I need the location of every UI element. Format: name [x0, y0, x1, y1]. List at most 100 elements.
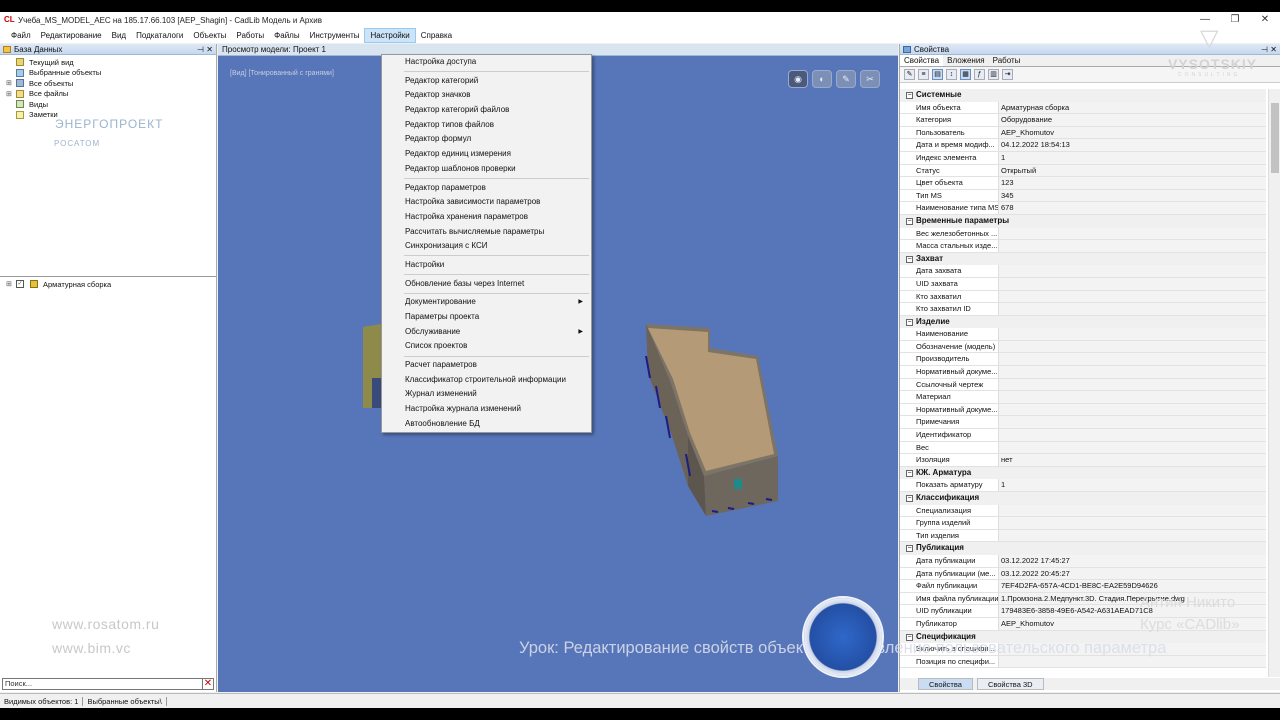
property-value[interactable]: [999, 366, 1266, 378]
property-section[interactable]: − Изделие: [900, 315, 1266, 329]
close-pane-icon[interactable]: ✕: [1270, 44, 1277, 55]
property-value[interactable]: [999, 353, 1266, 366]
settings-menu-item[interactable]: Редактор категорий: [382, 74, 591, 89]
property-value[interactable]: [999, 391, 1266, 403]
property-row[interactable]: Идентификатор: [900, 429, 1266, 442]
property-row[interactable]: Материал: [900, 391, 1266, 404]
settings-menu-item[interactable]: Редактор параметров: [382, 181, 591, 196]
property-row[interactable]: Обозначение (модель): [900, 340, 1266, 354]
property-row[interactable]: Имя объекта Арматурная сборка: [900, 101, 1266, 115]
property-value[interactable]: [999, 504, 1266, 517]
formula-icon[interactable]: ƒ: [974, 69, 985, 80]
property-value[interactable]: [999, 517, 1266, 529]
alphabetical-icon[interactable]: ↕: [946, 69, 957, 80]
expand-icon[interactable]: ⊞: [6, 90, 12, 98]
settings-menu-item[interactable]: Документирование ▶: [382, 295, 591, 310]
property-value[interactable]: 345: [999, 189, 1266, 202]
property-value[interactable]: 04.12.2022 18:54:13: [999, 139, 1266, 151]
property-value[interactable]: [999, 403, 1266, 416]
property-value[interactable]: 03.12.2022 17:45:27: [999, 554, 1266, 567]
property-row[interactable]: Дата публикации 03.12.2022 17:45:27: [900, 554, 1266, 568]
property-row[interactable]: Наименование: [900, 328, 1266, 341]
tree-item-all-files[interactable]: ⊞ Все файлы: [0, 89, 216, 100]
menu-view[interactable]: Вид: [107, 28, 131, 43]
settings-menu-item[interactable]: Список проектов: [382, 339, 591, 354]
property-row[interactable]: Группа изделий: [900, 517, 1266, 530]
tab-works[interactable]: Работы: [989, 55, 1025, 66]
maximize-button[interactable]: ❐: [1220, 12, 1250, 28]
property-row[interactable]: Пользователь AEP_Khomutov: [900, 126, 1266, 140]
property-value[interactable]: 7EF4D2FA-657A-4CD1-BE8C-EA2E59D94626: [999, 580, 1266, 592]
settings-menu-item[interactable]: Настройка хранения параметров: [382, 210, 591, 225]
property-value[interactable]: [999, 277, 1266, 290]
property-row[interactable]: Вес: [900, 441, 1266, 455]
property-row[interactable]: Примечания: [900, 416, 1266, 430]
settings-menu-item[interactable]: Рассчитать вычисляемые параметры: [382, 225, 591, 240]
settings-menu-item[interactable]: Редактор шаблонов проверки: [382, 162, 591, 177]
settings-menu-item[interactable]: Редактор значков: [382, 88, 591, 103]
menu-works[interactable]: Работы: [231, 28, 269, 43]
export-icon[interactable]: ⇥: [1002, 69, 1013, 80]
property-value[interactable]: [999, 340, 1266, 353]
settings-menu-item[interactable]: Журнал изменений: [382, 387, 591, 402]
settings-menu-item[interactable]: Редактор формул: [382, 132, 591, 147]
scroll-thumb[interactable]: [1271, 103, 1279, 173]
property-row[interactable]: Кто захватил: [900, 290, 1266, 304]
collapse-icon[interactable]: −: [906, 255, 913, 263]
tab-properties[interactable]: Свойства: [900, 55, 944, 66]
settings-menu-item[interactable]: Редактор типов файлов: [382, 118, 591, 133]
collapse-icon[interactable]: −: [906, 469, 913, 477]
property-value[interactable]: [999, 227, 1266, 240]
property-value[interactable]: [999, 265, 1266, 277]
tab-bottom-properties[interactable]: Свойства: [918, 678, 973, 690]
property-row[interactable]: Изоляция нет: [900, 454, 1266, 467]
settings-menu-item[interactable]: Настройка зависимости параметров: [382, 195, 591, 210]
property-value[interactable]: [999, 529, 1266, 542]
property-row[interactable]: Файл публикации 7EF4D2FA-657A-4CD1-BE8C-E…: [900, 580, 1266, 593]
property-value[interactable]: 1: [999, 479, 1266, 491]
tree-item-all-objects[interactable]: ⊞ Все объекты: [0, 78, 216, 89]
property-value[interactable]: [999, 378, 1266, 391]
expand-icon[interactable]: ⊞: [6, 280, 12, 288]
property-section[interactable]: − Классификация: [900, 492, 1266, 505]
close-pane-icon[interactable]: ✕: [206, 44, 213, 55]
menu-files[interactable]: Файлы: [269, 28, 304, 43]
tree-item-selected-objects[interactable]: Выбранные объекты: [0, 68, 216, 79]
settings-menu-item[interactable]: Обновление базы через Internet: [382, 277, 591, 292]
property-value[interactable]: AEP_Khomutov: [999, 126, 1266, 139]
settings-menu-item[interactable]: Синхронизация с КСИ: [382, 239, 591, 254]
property-row[interactable]: Наименование типа MS 678: [900, 202, 1266, 215]
checkbox-icon[interactable]: ✓: [16, 280, 24, 289]
property-row[interactable]: Масса стальных изде...: [900, 240, 1266, 253]
tree-item-views[interactable]: Виды: [0, 99, 216, 110]
menu-help[interactable]: Справка: [416, 28, 457, 43]
settings-menu-item[interactable]: Классификатор строительной информации: [382, 373, 591, 388]
collapse-icon[interactable]: −: [906, 217, 913, 225]
collapse-icon[interactable]: −: [906, 545, 913, 553]
settings-menu-item[interactable]: Настройка доступа: [382, 55, 591, 70]
pin-icon[interactable]: ⊣: [197, 44, 204, 55]
property-row[interactable]: Дата и время модиф... 04.12.2022 18:54:13: [900, 139, 1266, 152]
property-value[interactable]: [999, 441, 1266, 454]
collapse-icon[interactable]: −: [906, 92, 913, 99]
tree-item-current-view[interactable]: Текущий вид: [0, 57, 216, 68]
property-value[interactable]: [999, 290, 1266, 303]
clear-search-button[interactable]: ✕: [202, 678, 214, 690]
pin-icon[interactable]: ⊣: [1261, 44, 1268, 55]
menu-file[interactable]: Файл: [6, 28, 36, 43]
property-row[interactable]: Кто захватил ID: [900, 303, 1266, 316]
properties-scrollbar[interactable]: [1268, 89, 1280, 677]
settings-menu-item[interactable]: Редактор единиц измерения: [382, 147, 591, 162]
settings-menu-item[interactable]: Обслуживание ▶: [382, 325, 591, 340]
property-value[interactable]: [999, 303, 1266, 315]
property-row[interactable]: Категория Оборудование: [900, 114, 1266, 127]
property-row[interactable]: Показать арматуру 1: [900, 479, 1266, 492]
settings-menu-item[interactable]: Редактор категорий файлов: [382, 103, 591, 118]
collapse-icon[interactable]: −: [906, 318, 913, 326]
settings-menu-item[interactable]: Настройки: [382, 258, 591, 273]
filter-icon[interactable]: ▦: [960, 69, 971, 80]
menu-objects[interactable]: Объекты: [188, 28, 231, 43]
property-value[interactable]: [999, 429, 1266, 441]
settings-menu-item[interactable]: Настройка журнала изменений: [382, 402, 591, 417]
property-value[interactable]: Открытый: [999, 164, 1266, 177]
